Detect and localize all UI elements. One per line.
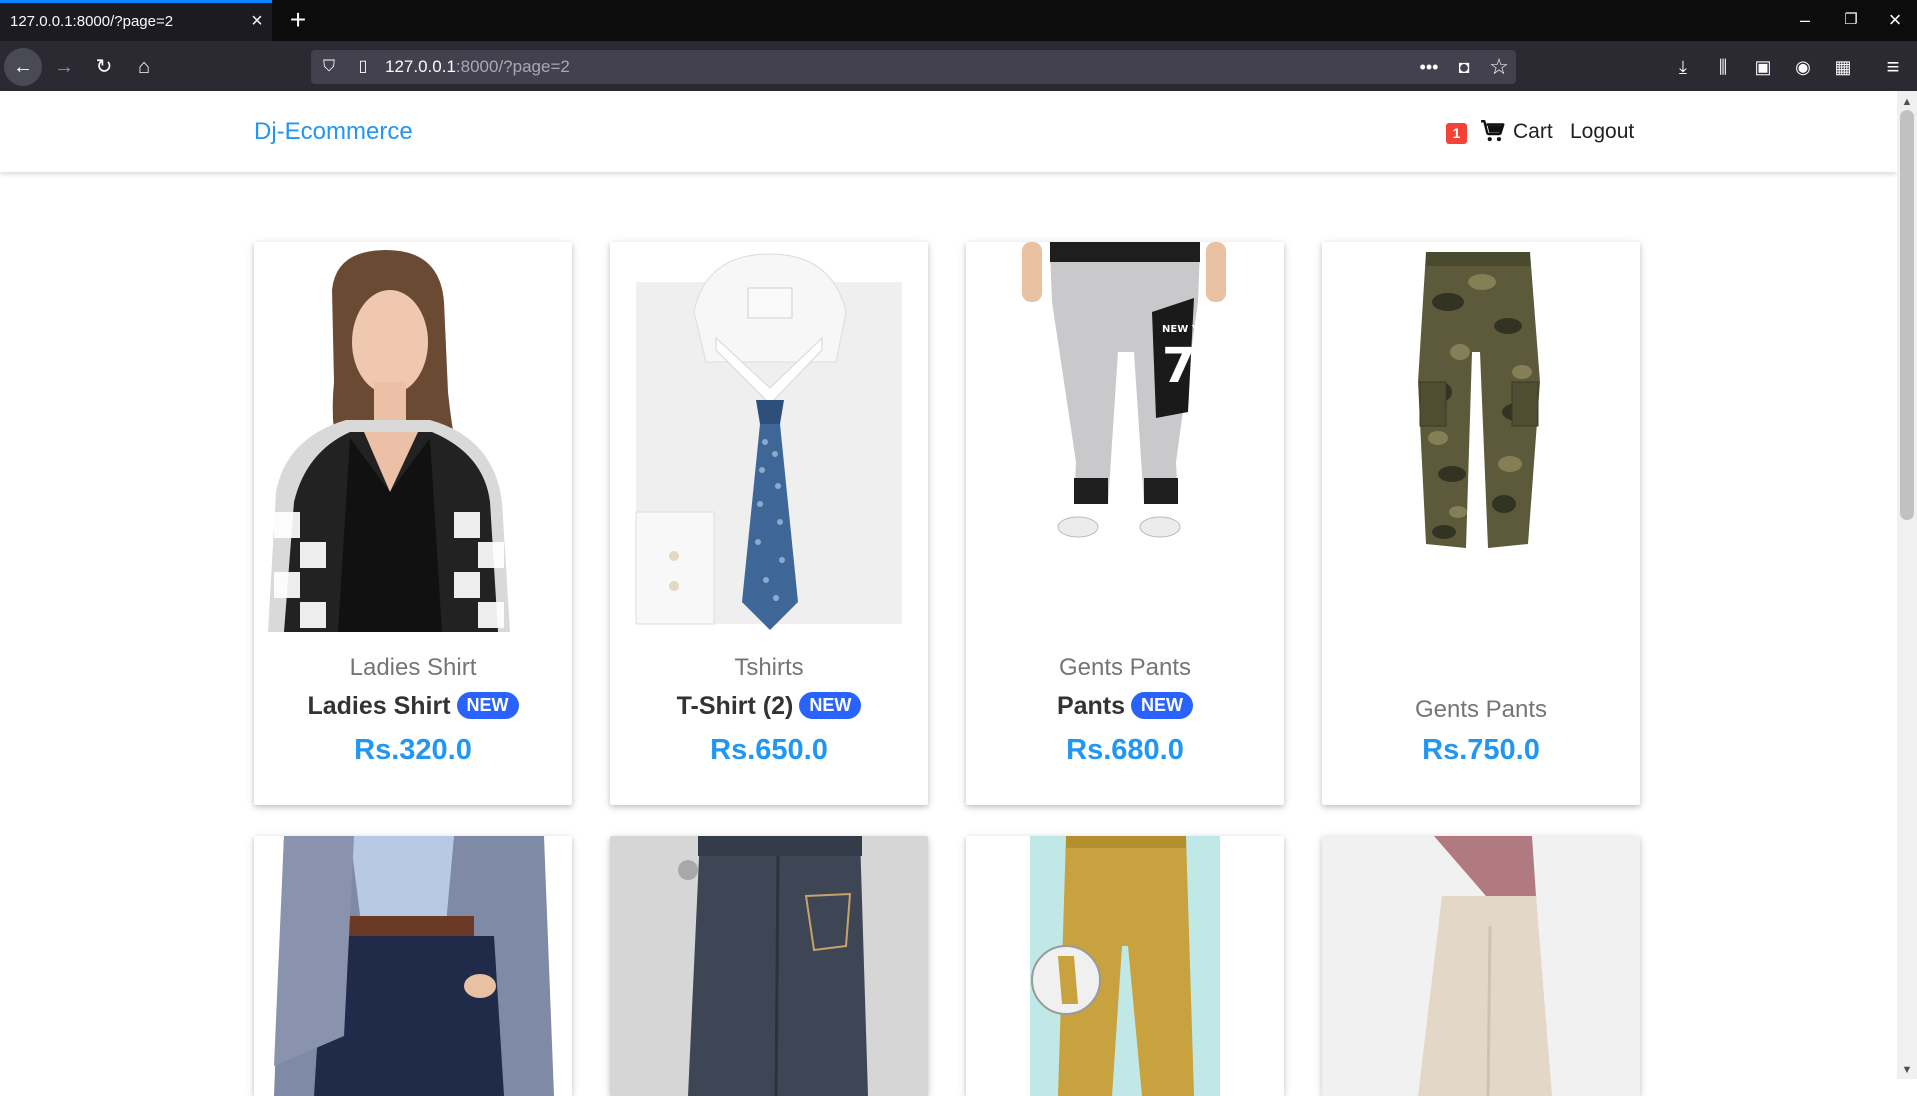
account-icon[interactable]: ◉ [1788, 52, 1818, 82]
product-card[interactable]: NEW YORK 7 Gents Pants Pants NEW Rs.680.0 [966, 242, 1284, 805]
url-text[interactable]: 127.0.0.1:8000/?page=2 [385, 57, 570, 77]
product-price: Rs.650.0 [710, 734, 828, 766]
reload-icon[interactable]: ↻ [86, 50, 122, 84]
product-image-ladies-shirt[interactable] [254, 242, 572, 632]
product-image-jeans[interactable] [610, 836, 928, 1096]
brand-link[interactable]: Dj-Ecommerce [254, 118, 413, 146]
product-title-row[interactable]: T-Shirt (2) NEW [610, 692, 928, 721]
home-icon[interactable]: ⌂ [126, 50, 162, 84]
menu-icon[interactable]: ≡ [1878, 52, 1908, 82]
scroll-thumb[interactable] [1900, 110, 1914, 520]
download-icon[interactable]: ⤓ [1668, 52, 1698, 82]
shield-icon[interactable]: ⛉ [314, 52, 344, 82]
library-icon[interactable]: ⫼ [1708, 52, 1738, 82]
product-image-pants[interactable]: NEW YORK 7 [966, 242, 1284, 632]
new-badge: NEW [799, 692, 862, 719]
product-category: Gents Pants [1058, 654, 1192, 681]
product-price: Rs.750.0 [1422, 734, 1540, 766]
tab-title: 127.0.0.1:8000/?page=2 [10, 13, 174, 30]
back-icon[interactable]: ← [5, 50, 41, 84]
product-card[interactable] [610, 836, 928, 1096]
sidebar-icon[interactable]: ▣ [1748, 52, 1778, 82]
scroll-up-icon[interactable]: ▲ [1897, 93, 1917, 111]
new-tab-icon[interactable]: + [286, 6, 310, 34]
product-card[interactable]: Ladies Shirt Ladies Shirt NEW Rs.320.0 [254, 242, 572, 805]
cart-icon[interactable] [1480, 118, 1506, 144]
cart-count-badge: 1 [1446, 123, 1467, 144]
new-badge: NEW [1131, 692, 1194, 719]
browser-tab[interactable]: 127.0.0.1:8000/?page=2 × [0, 0, 272, 41]
product-category: Tshirts [734, 654, 804, 681]
minimize-icon[interactable]: – [1790, 8, 1820, 32]
product-image-camo-pants[interactable] [1322, 242, 1640, 632]
page-icon: ▯ [358, 58, 368, 75]
product-image-tshirt[interactable] [610, 242, 928, 632]
more-icon[interactable]: ••• [1414, 52, 1444, 82]
cart-link[interactable]: Cart [1513, 120, 1553, 144]
product-price: Rs.320.0 [354, 734, 472, 766]
product-card[interactable] [966, 836, 1284, 1096]
forward-icon[interactable]: → [46, 50, 82, 84]
pocket-icon[interactable]: ◘ [1449, 52, 1479, 82]
product-image-blazer[interactable] [254, 836, 572, 1096]
product-card[interactable]: Gents Pants Rs.750.0 [1322, 242, 1640, 805]
product-image-gold-pants[interactable] [966, 836, 1284, 1096]
product-image-linen-pants[interactable] [1322, 836, 1640, 1096]
product-category: Ladies Shirt [349, 654, 477, 681]
product-card[interactable]: Tshirts T-Shirt (2) NEW Rs.650.0 [610, 242, 928, 805]
scroll-down-icon[interactable]: ▼ [1897, 1061, 1917, 1079]
svg-text:NEW YORK: NEW YORK [1162, 324, 1224, 335]
product-title[interactable]: T-Shirt (2) [677, 692, 794, 720]
product-title-row[interactable]: Ladies Shirt NEW [254, 692, 572, 721]
new-badge: NEW [456, 692, 519, 719]
product-title[interactable]: Ladies Shirt [307, 692, 450, 720]
product-price: Rs.680.0 [1066, 734, 1184, 766]
restore-icon[interactable]: ❐ [1836, 8, 1866, 32]
product-title[interactable]: Pants [1057, 692, 1125, 720]
tab-close-icon[interactable]: × [248, 11, 266, 31]
extensions-icon[interactable]: ▦ [1828, 52, 1858, 82]
window-close-icon[interactable]: × [1880, 8, 1910, 32]
svg-text:7: 7 [1162, 338, 1195, 394]
product-title-row[interactable]: Pants NEW [966, 692, 1284, 721]
product-category: Gents Pants [1414, 696, 1548, 723]
product-card[interactable] [1322, 836, 1640, 1096]
product-card[interactable] [254, 836, 572, 1096]
star-icon[interactable]: ☆ [1484, 52, 1514, 82]
logout-link[interactable]: Logout [1570, 120, 1634, 144]
